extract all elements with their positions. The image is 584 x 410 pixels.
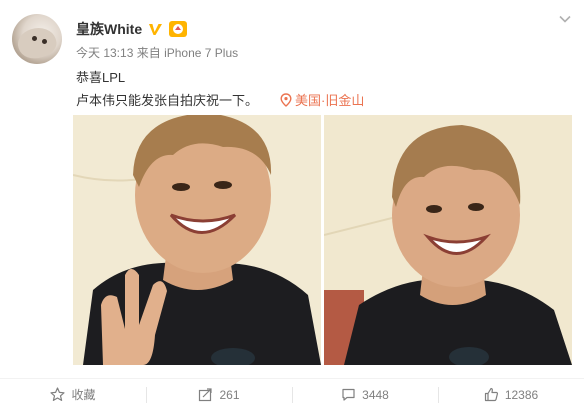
comment-icon: [342, 388, 355, 401]
comment-count: 3448: [362, 387, 389, 402]
share-button[interactable]: 261: [146, 379, 292, 410]
star-icon: [50, 387, 66, 401]
share-count: 261: [219, 387, 240, 402]
selfie-photo-peace-sign[interactable]: [73, 115, 321, 365]
source-prefix: 来自: [136, 46, 161, 60]
member-badge-icon[interactable]: [169, 21, 188, 37]
location-link[interactable]: 美国·旧金山: [280, 90, 364, 109]
username-link[interactable]: 皇族White: [76, 19, 142, 39]
user-avatar[interactable]: [12, 14, 62, 64]
weibo-post-card: 皇族White 今天 13:13 来自 iPhone 7 Plus 恭喜LPL …: [0, 0, 584, 410]
location-pin-icon: [280, 92, 292, 107]
post-meta: 今天 13:13 来自 iPhone 7 Plus: [76, 44, 238, 61]
action-bar: 收藏 261 3448 12386: [0, 378, 584, 410]
avatar-cat-fur: [14, 22, 60, 64]
like-button[interactable]: 12386: [438, 379, 584, 410]
comment-button[interactable]: 3448: [292, 379, 438, 410]
post-device-source[interactable]: iPhone 7 Plus: [164, 46, 238, 60]
selfie-photo-smile[interactable]: [324, 115, 572, 365]
favorite-button[interactable]: 收藏: [0, 379, 146, 410]
avatar-cat-eye: [42, 39, 47, 44]
verified-v-icon[interactable]: [148, 22, 163, 37]
post-text: 卢本伟只能发张自拍庆祝一下。: [76, 93, 259, 108]
post-time[interactable]: 今天 13:13: [76, 46, 133, 60]
avatar-cat-eye: [32, 36, 37, 41]
like-count: 12386: [504, 387, 539, 402]
post-text-line-2: 卢本伟只能发张自拍庆祝一下。 美国·旧金山: [76, 90, 364, 109]
chevron-down-icon[interactable]: [558, 12, 572, 26]
share-icon: [199, 388, 213, 402]
location-label: 美国·旧金山: [295, 93, 365, 108]
thumbs-up-icon: [484, 387, 498, 402]
favorite-label: 收藏: [71, 388, 96, 402]
name-row: 皇族White: [76, 19, 188, 39]
post-text-line-1: 恭喜LPL: [76, 70, 126, 85]
